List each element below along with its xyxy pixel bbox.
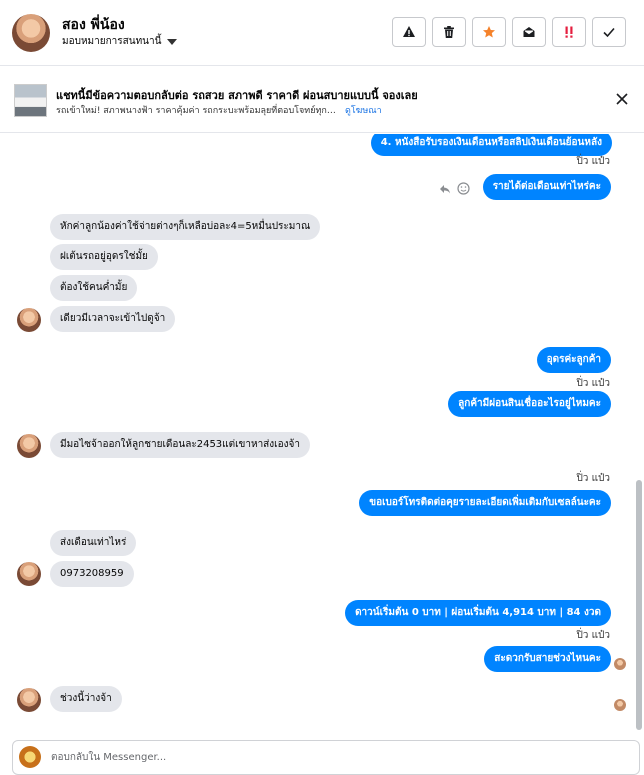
ad-banner-subtitle-row: รถเข้าใหม่! สภาพนางฟ้า ราคาคุ้มค่า รถกระ… [56,103,382,117]
envelope-open-icon [523,27,535,37]
spam-icon [565,26,573,38]
reply-icon[interactable] [439,183,451,195]
contact-avatar-small [17,434,41,458]
trash-icon [444,26,454,38]
message-incoming[interactable]: เดียวมีเวลาจะเข้าไปดูจ้า [50,306,176,332]
check-icon [603,27,615,38]
seen-avatar [614,658,626,670]
message-incoming[interactable]: ส่งเดือนเท่าไหร่ [50,530,137,556]
ad-banner-subtitle: รถเข้าใหม่! สภาพนางฟ้า ราคาคุ้มค่า รถกระ… [56,106,339,116]
view-ad-link[interactable]: ดูโฆษณา [345,106,382,116]
seen-avatar [614,699,626,711]
message-outgoing[interactable]: ลูกค้ามีผ่อนสินเชื่ออะไรอยู่ไหมคะ [448,391,611,417]
star-icon [483,26,495,38]
message-outgoing[interactable]: รายได้ต่อเดือนเท่าไหร่คะ [482,174,611,200]
contact-avatar-small [17,308,41,332]
ad-context-banner: แชทนี้มีข้อความตอบกลับต่อ รถสวย สภาพดี ร… [0,67,644,133]
contact-avatar-small [17,562,41,586]
message-thread[interactable]: 4. หนังสือรับรองเงินเดือนหรือสลิปเงินเดื… [0,134,644,734]
message-outgoing[interactable]: 4. หนังสือรับรองเงินเดือนหรือสลิปเงินเดื… [370,134,612,156]
reply-input[interactable] [51,741,611,774]
emoji-icon[interactable] [457,182,470,195]
thread-scrollbar[interactable] [636,134,642,734]
chevron-down-icon [167,38,178,45]
conversation-header: สอง พี่น้อง มอบหมายการสนทนานี้ [0,0,644,66]
message-incoming[interactable]: 0973208959 [50,561,134,587]
delete-button[interactable] [432,17,466,47]
star-button[interactable] [472,17,506,47]
seen-receipt: ปิ่ว แป๋ว [576,378,610,389]
mark-issue-button[interactable] [392,17,426,47]
message-incoming[interactable]: ฝเต้นรถอยู่อุดรใช่มั้ย [50,244,158,270]
message-outgoing[interactable]: อุดรค่ะลูกค้า [536,347,611,373]
header-actions [392,17,626,47]
ad-thumbnail[interactable] [14,84,47,117]
alert-icon [403,26,415,37]
seen-receipt: ปิ่ว แป๋ว [576,630,610,641]
contact-avatar-small [17,688,41,712]
contact-name[interactable]: สอง พี่น้อง [62,14,125,36]
mark-done-button[interactable] [592,17,626,47]
seen-receipt: ปิ่ว แป๋ว [576,156,610,167]
message-incoming[interactable]: หักค่าลูกน้องค่าใช้จ่ายต่างๆก็เหลือบ่อละ… [50,214,321,240]
assign-label: มอบหมายการสนทนานี้ [62,36,162,47]
message-incoming[interactable]: ช่วงนี้ว่างจ้า [50,686,122,712]
message-actions [439,182,470,195]
spam-button[interactable] [552,17,586,47]
scrollbar-thumb[interactable] [636,480,642,730]
ad-banner-title: แชทนี้มีข้อความตอบกลับต่อ รถสวย สภาพดี ร… [56,89,418,102]
contact-avatar[interactable] [12,14,50,52]
page-profile-icon [19,746,41,768]
assign-conversation-dropdown[interactable]: มอบหมายการสนทนานี้ [62,34,178,49]
message-incoming[interactable]: มีมอไซจ้าออกให้ลูกชายเดือนละ2453แต่เขาหา… [50,432,310,458]
message-outgoing[interactable]: ขอเบอร์โทรติดต่อคุยรายละเอียดเพิ่มเติมกั… [359,490,611,516]
close-icon[interactable] [614,91,630,107]
message-outgoing[interactable]: สะดวกรับสายช่วงไหนคะ [484,646,611,672]
seen-receipt: ปิ่ว แป๋ว [576,473,610,484]
reply-composer [12,740,640,775]
mark-unread-button[interactable] [512,17,546,47]
message-incoming[interactable]: ต้องใช้คนค่ำมั้ย [50,275,138,301]
message-outgoing[interactable]: ดาวน์เริ่มต้น 0 บาท | ผ่อนเริ่มต้น 4,914… [345,600,611,626]
